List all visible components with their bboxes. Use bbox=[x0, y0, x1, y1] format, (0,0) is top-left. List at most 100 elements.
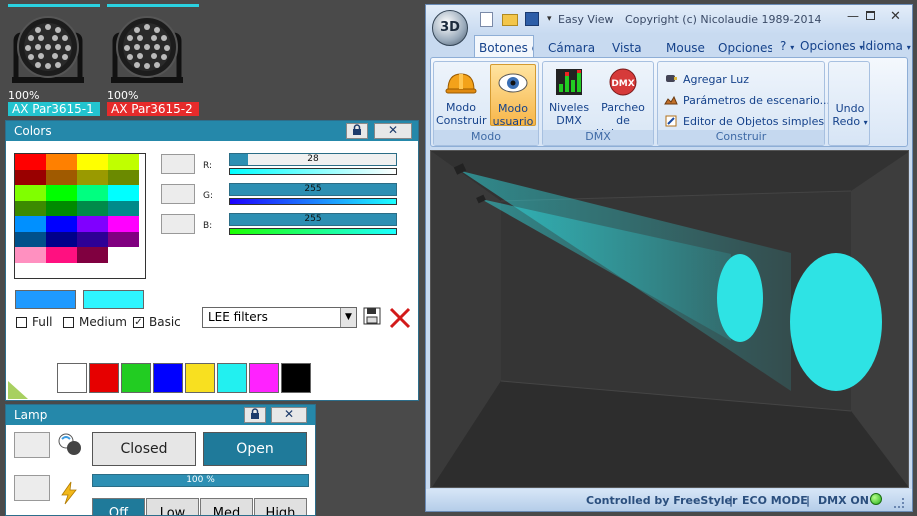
palette-swatch[interactable] bbox=[46, 247, 77, 263]
palette-swatch[interactable] bbox=[77, 154, 108, 170]
palette-swatch[interactable] bbox=[77, 216, 108, 232]
tab-vista[interactable]: Vista bbox=[612, 41, 642, 55]
palette-swatch[interactable] bbox=[46, 200, 77, 216]
colors-panel-title: Colors bbox=[14, 124, 52, 138]
quick-color-swatch[interactable] bbox=[89, 363, 119, 393]
open-button[interactable]: Open bbox=[203, 432, 307, 466]
fixture-2[interactable]: 100% AX Par3615-2 bbox=[107, 4, 199, 116]
group-modo: Modo Construir Modo usuario Modo bbox=[433, 61, 539, 146]
basic-checkbox[interactable]: ✓ Basic bbox=[133, 315, 181, 329]
preset-button-g[interactable] bbox=[161, 184, 195, 204]
niveles-dmx-button[interactable]: Niveles DMX bbox=[546, 66, 592, 127]
tab-label: Opciones d bbox=[718, 41, 772, 55]
eye-icon bbox=[497, 67, 529, 99]
fixture-1[interactable]: 100% AX Par3615-1 bbox=[8, 4, 100, 116]
medium-checkbox[interactable]: Medium bbox=[63, 315, 127, 329]
palette-swatch[interactable] bbox=[108, 154, 139, 170]
save-icon[interactable] bbox=[525, 12, 539, 26]
palette-swatch[interactable] bbox=[15, 231, 46, 247]
palette-swatch[interactable] bbox=[77, 247, 108, 263]
dmx-icon-text: DMX bbox=[611, 79, 634, 89]
delete-button[interactable] bbox=[388, 307, 412, 329]
palette-swatch[interactable] bbox=[15, 169, 46, 185]
lock-button[interactable] bbox=[244, 407, 266, 423]
green-slider[interactable]: 255 bbox=[229, 183, 397, 196]
resize-grip-icon[interactable] bbox=[8, 381, 28, 399]
preset-button-b[interactable] bbox=[161, 214, 195, 234]
chevron-down-icon[interactable]: ▼ bbox=[340, 308, 356, 327]
maximize-button[interactable] bbox=[866, 11, 875, 20]
parcheo-universos-button[interactable]: DMX Parcheo de Universos bbox=[593, 66, 653, 140]
agregar-luz-button[interactable]: Agregar Luz bbox=[664, 72, 749, 86]
palette-swatch[interactable] bbox=[108, 169, 139, 185]
tab-mouse[interactable]: Mouse bbox=[666, 41, 705, 55]
quick-color-swatch[interactable] bbox=[121, 363, 151, 393]
palette-swatch[interactable] bbox=[46, 169, 77, 185]
tab-botones[interactable]: Botones es bbox=[474, 35, 534, 57]
quick-color-swatch[interactable] bbox=[57, 363, 87, 393]
basic-checkbox-box: ✓ bbox=[133, 316, 144, 328]
dimmer-preset-button[interactable] bbox=[14, 475, 50, 501]
off-button[interactable]: Off bbox=[92, 498, 145, 515]
3d-viewport[interactable] bbox=[430, 150, 909, 488]
parcheo-line1: Parcheo de bbox=[601, 101, 645, 127]
tab-opciones-d[interactable]: Opciones d bbox=[718, 41, 772, 55]
palette-swatch[interactable] bbox=[108, 247, 139, 263]
high-button[interactable]: High bbox=[254, 498, 307, 515]
closed-button[interactable]: Closed bbox=[92, 432, 196, 466]
undo-redo-button[interactable]: Undo Redo ▾ bbox=[831, 102, 869, 129]
shutter-preset-button[interactable] bbox=[14, 432, 50, 458]
tab-camara[interactable]: Cámara bbox=[548, 41, 595, 55]
palette-swatch[interactable] bbox=[108, 200, 139, 216]
new-file-icon[interactable] bbox=[480, 12, 493, 27]
palette-swatch[interactable] bbox=[108, 231, 139, 247]
blue-slider[interactable]: 255 bbox=[229, 213, 397, 226]
filter-dropdown[interactable]: LEE filters ▼ bbox=[202, 307, 357, 328]
lock-button[interactable] bbox=[346, 123, 368, 139]
language-menu[interactable]: Idioma ▾ bbox=[862, 39, 911, 53]
palette-swatch[interactable] bbox=[77, 185, 108, 201]
palette-swatch[interactable] bbox=[46, 154, 77, 170]
close-button[interactable]: ✕ bbox=[271, 407, 307, 423]
parametros-escenario-button[interactable]: Parámetros de escenario... bbox=[664, 93, 830, 107]
palette-swatch[interactable] bbox=[15, 185, 46, 201]
dimmer-slider[interactable]: 100 % bbox=[92, 474, 309, 487]
palette-swatch[interactable] bbox=[108, 185, 139, 201]
save-button[interactable] bbox=[363, 307, 383, 327]
modo-construir-button[interactable]: Modo Construir bbox=[436, 66, 487, 127]
med-button[interactable]: Med bbox=[200, 498, 253, 515]
quick-color-swatch[interactable] bbox=[185, 363, 215, 393]
low-button[interactable]: Low bbox=[146, 498, 199, 515]
full-checkbox-box bbox=[16, 316, 27, 328]
palette-swatch[interactable] bbox=[77, 231, 108, 247]
palette-swatch[interactable] bbox=[15, 200, 46, 216]
palette-swatch[interactable] bbox=[77, 169, 108, 185]
quick-color-swatch[interactable] bbox=[217, 363, 247, 393]
preset-button-r[interactable] bbox=[161, 154, 195, 174]
palette-swatch[interactable] bbox=[46, 231, 77, 247]
modo-usuario-button[interactable]: Modo usuario bbox=[490, 64, 536, 128]
editor-objetos-button[interactable]: Editor de Objetos simples bbox=[664, 114, 824, 128]
color-palette[interactable] bbox=[14, 153, 146, 279]
quick-color-swatch[interactable] bbox=[281, 363, 311, 393]
open-folder-icon[interactable] bbox=[502, 14, 518, 26]
full-checkbox[interactable]: Full bbox=[16, 315, 53, 329]
quick-color-swatch[interactable] bbox=[153, 363, 183, 393]
window-resize-grip-icon[interactable] bbox=[894, 498, 904, 508]
palette-swatch[interactable] bbox=[15, 154, 46, 170]
close-button[interactable]: ✕ bbox=[374, 123, 412, 139]
minimize-button[interactable]: — bbox=[844, 9, 862, 23]
options-menu[interactable]: Opciones ▾ bbox=[800, 39, 863, 53]
palette-swatch[interactable] bbox=[15, 247, 46, 263]
object-editor-icon bbox=[665, 115, 677, 127]
palette-swatch[interactable] bbox=[46, 216, 77, 232]
red-slider[interactable]: 28 bbox=[229, 153, 397, 166]
help-menu[interactable]: ? ▾ bbox=[780, 39, 794, 53]
palette-swatch[interactable] bbox=[77, 200, 108, 216]
close-window-button[interactable]: ✕ bbox=[890, 9, 901, 24]
palette-swatch[interactable] bbox=[108, 216, 139, 232]
palette-swatch[interactable] bbox=[15, 216, 46, 232]
palette-swatch[interactable] bbox=[46, 185, 77, 201]
quick-color-swatch[interactable] bbox=[249, 363, 279, 393]
quick-access-dropdown-icon[interactable]: ▾ bbox=[547, 14, 552, 24]
